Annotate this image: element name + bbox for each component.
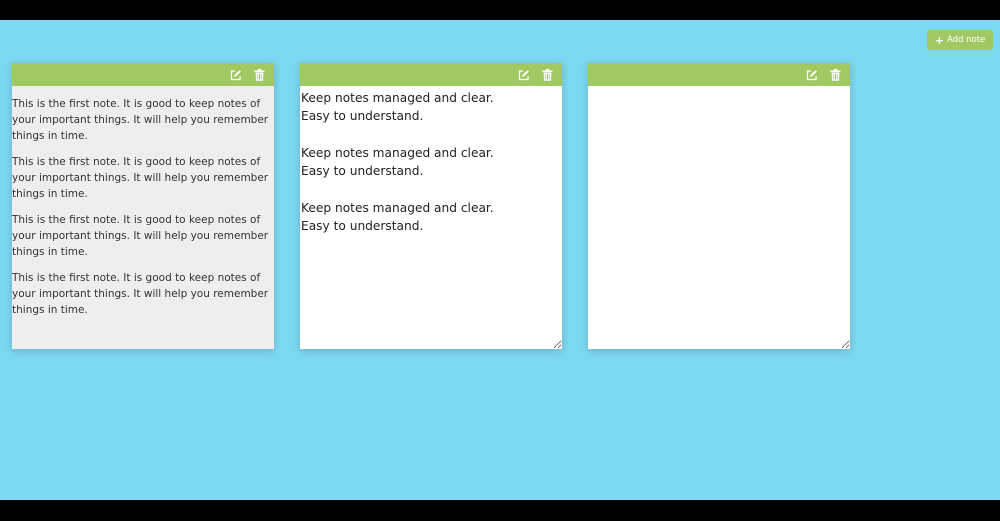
note-header xyxy=(300,63,562,86)
note-card xyxy=(588,63,850,349)
trash-icon[interactable] xyxy=(252,68,266,82)
note-content: This is the first note. It is good to ke… xyxy=(12,86,274,349)
edit-icon[interactable] xyxy=(229,68,243,82)
note-paragraph: This is the first note. It is good to ke… xyxy=(12,272,269,316)
note-header xyxy=(12,63,274,86)
note-textarea[interactable]: Keep notes managed and clear. Easy to un… xyxy=(300,86,562,349)
trash-icon[interactable] xyxy=(540,68,554,82)
app-viewport: + Add note This is the first note. It is… xyxy=(0,20,1000,500)
note-paragraph: This is the first note. It is good to ke… xyxy=(12,214,269,258)
trash-icon[interactable] xyxy=(828,68,842,82)
note-card: This is the first note. It is good to ke… xyxy=(12,63,274,349)
edit-icon[interactable] xyxy=(805,68,819,82)
note-paragraph: This is the first note. It is good to ke… xyxy=(12,98,269,142)
edit-icon[interactable] xyxy=(517,68,531,82)
note-paragraph: This is the first note. It is good to ke… xyxy=(12,156,269,200)
note-textarea[interactable] xyxy=(588,86,850,349)
add-note-button[interactable]: + Add note xyxy=(927,30,993,50)
add-note-label: Add note xyxy=(946,35,986,45)
note-card: Keep notes managed and clear. Easy to un… xyxy=(300,63,562,349)
plus-icon: + xyxy=(934,33,944,47)
note-header xyxy=(588,63,850,86)
